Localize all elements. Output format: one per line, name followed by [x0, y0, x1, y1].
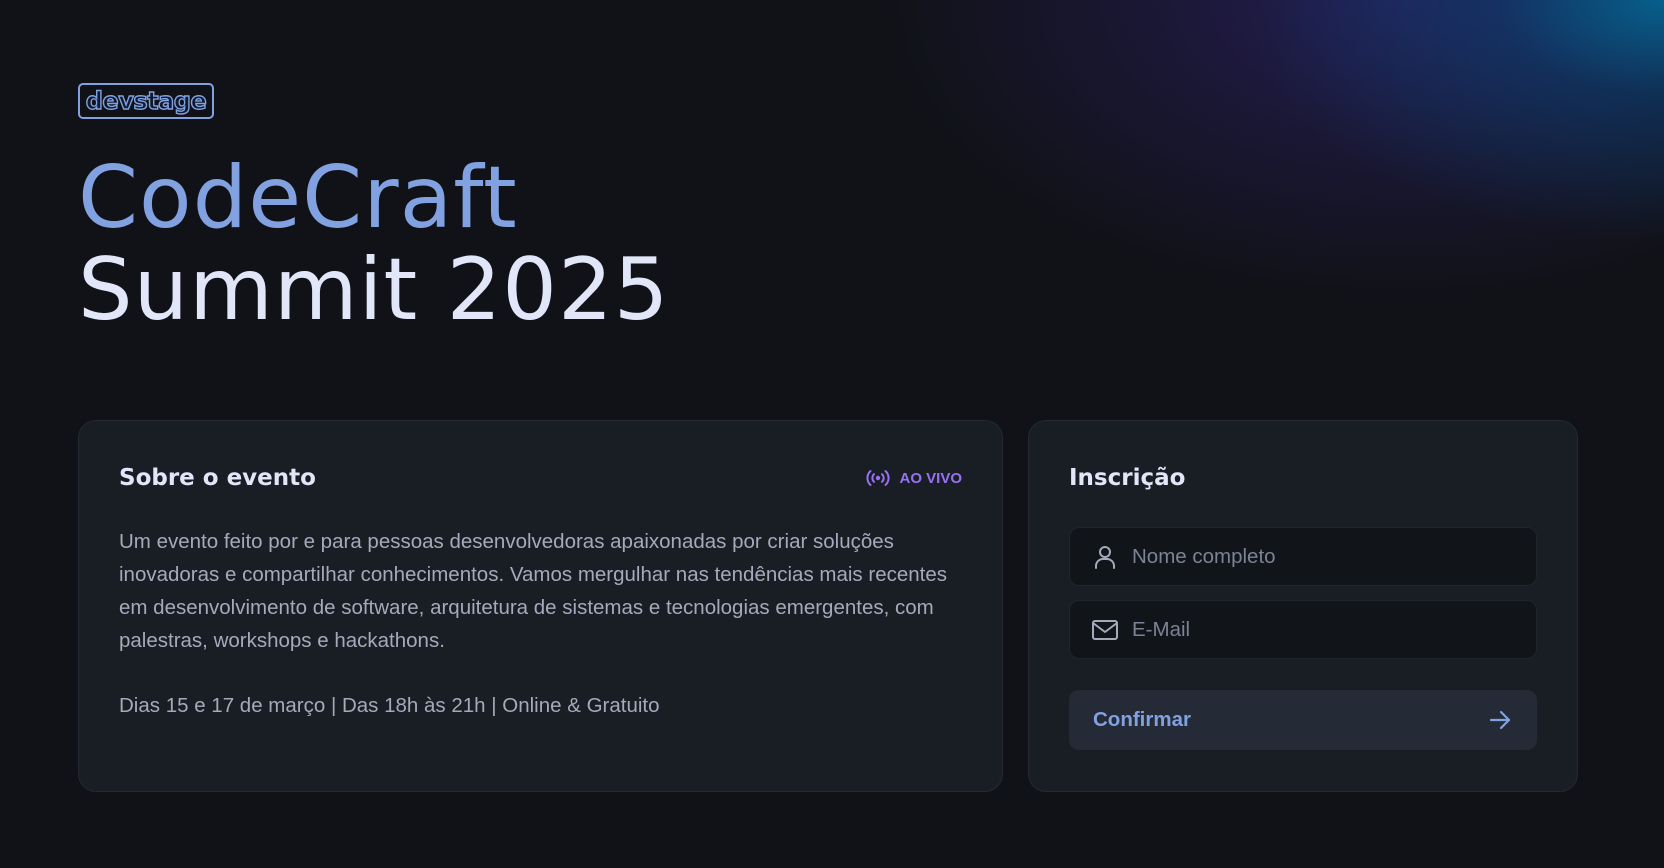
event-schedule: Dias 15 e 17 de março | Das 18h às 21h |… [119, 694, 660, 717]
name-input[interactable] [1132, 544, 1516, 569]
user-icon [1095, 545, 1115, 569]
live-badge: AO VIVO [865, 468, 962, 488]
registration-form: Confirmar [1069, 527, 1537, 750]
event-title-line-2: Summit 2025 [78, 240, 670, 340]
registration-card-header: Inscrição [1069, 463, 1537, 493]
live-badge-label: AO VIVO [899, 469, 962, 487]
about-card: Sobre o evento AO VIVO Um evento feito p… [78, 420, 1003, 792]
about-heading: Sobre o evento [119, 465, 316, 491]
event-title: CodeCraft Summit 2025 [78, 152, 669, 336]
about-card-header: Sobre o evento AO VIVO [119, 463, 962, 493]
devstage-logo[interactable]: devstage [78, 83, 214, 119]
name-field[interactable] [1069, 527, 1537, 586]
email-field[interactable] [1069, 600, 1537, 659]
mail-icon [1092, 619, 1118, 640]
event-title-line-1: CodeCraft [78, 148, 518, 248]
page: devstage CodeCraft Summit 2025 Sobre o e… [0, 0, 1664, 868]
arrow-right-icon [1489, 710, 1511, 730]
event-description: Um evento feito por e para pessoas desen… [119, 530, 948, 652]
confirm-button-label: Confirmar [1093, 708, 1191, 731]
registration-heading: Inscrição [1069, 465, 1186, 491]
confirm-button[interactable]: Confirmar [1069, 690, 1537, 750]
radio-broadcast-icon [866, 470, 890, 486]
registration-card: Inscrição Confirmar [1028, 420, 1578, 792]
email-input[interactable] [1132, 617, 1516, 642]
